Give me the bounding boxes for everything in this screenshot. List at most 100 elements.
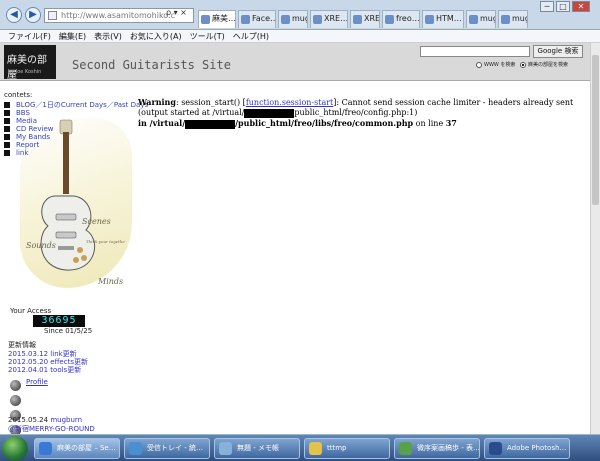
warning-line: 37 [445, 118, 457, 128]
update-link-3[interactable]: 2012.04.01 tools更新 [8, 365, 81, 375]
favicon-icon [241, 15, 250, 24]
scene-word-sounds: Sounds [26, 241, 56, 250]
tab-label: mug… [480, 14, 495, 23]
tab-label: 麻美… [212, 14, 236, 23]
sidebar-menu-label: link [16, 149, 29, 157]
address-tools[interactable]: ρ ▾ × [166, 8, 187, 17]
scene-word-minds: Minds [98, 277, 124, 286]
schedule-link[interactable]: mugburn [50, 416, 82, 424]
menu-item[interactable]: 表示(V) [94, 30, 122, 42]
taskbar-button[interactable]: 麻美の部屋 – Se… [34, 438, 120, 459]
contents-title: contets: [4, 91, 33, 99]
warning-text-6: on line [413, 119, 446, 128]
task-label: 無題 - メモ帳 [237, 444, 279, 452]
schedule-date: 2015.05.24 [8, 416, 51, 424]
sidebar: contets: Scenes Sounds Think your togeth… [0, 81, 148, 434]
browser-tab[interactable]: mug… [466, 10, 496, 28]
radio-dot [476, 61, 482, 68]
sidebar-menu-item[interactable]: Report [4, 141, 148, 149]
scroll-thumb[interactable] [592, 55, 599, 205]
browser-tab[interactable]: XRE… [350, 10, 380, 28]
task-label: 麻美の部屋 – Se… [57, 444, 116, 452]
app-icon [39, 442, 52, 455]
sidebar-menu-item[interactable]: My Bands [4, 133, 148, 141]
taskbar-button[interactable]: 無題 - メモ帳 [214, 438, 300, 459]
address-text: http://www.asamitomohiko.c [61, 11, 175, 20]
favicon-icon [353, 15, 362, 24]
square-bullet-icon [4, 102, 10, 108]
sidebar-menu-label: BLOG／1日のCurrent Days／Past Days [16, 101, 149, 109]
schedule-venue[interactable]: @新宿MERRY-GO-ROUND [8, 425, 95, 433]
menu-item[interactable]: ヘルプ(H) [233, 30, 269, 42]
search-input[interactable] [420, 46, 530, 57]
browser-titlebar: ◀ ▶ http://www.asamitomohiko.c ρ ▾ × 麻美…… [0, 0, 600, 30]
access-label: Your Access [10, 307, 52, 315]
tab-label: HTM… [436, 14, 462, 23]
nav-ball-icon[interactable] [10, 395, 21, 406]
tab-label: Face… [252, 14, 276, 23]
warning-text-1: : session_start() [ [175, 98, 246, 107]
taskbar-button[interactable]: Adobe Photosh… [484, 438, 570, 459]
sidebar-menu-item[interactable]: BBS [4, 109, 148, 117]
maximize-button[interactable]: □ [556, 1, 570, 12]
sidebar-menu-label: CD Review [16, 125, 54, 133]
favicon-icon [313, 15, 322, 24]
favicon-icon [425, 15, 434, 24]
forward-button[interactable]: ▶ [25, 7, 41, 23]
back-button[interactable]: ◀ [6, 7, 22, 23]
square-bullet-icon [4, 126, 10, 132]
nav-ball-icon[interactable] [10, 380, 21, 391]
warning-text-3: public_html/freo/config.php:1) [294, 108, 418, 117]
app-icon [309, 442, 322, 455]
browser-tab[interactable]: mug… [498, 10, 528, 28]
sidebar-menu-label: Report [16, 141, 40, 149]
browser-tab[interactable]: 麻美… [198, 10, 236, 28]
favicon-icon [501, 15, 510, 24]
favicon-icon [385, 15, 394, 24]
browser-tab[interactable]: Face… [238, 10, 276, 28]
scene-word-think: Think your togethe [86, 239, 125, 244]
browser-tab[interactable]: HTM… [422, 10, 464, 28]
sidebar-menu-item[interactable]: Media [4, 117, 148, 125]
vertical-scrollbar[interactable] [590, 43, 600, 434]
favicon-icon [469, 15, 478, 24]
sidebar-menu-item[interactable]: BLOG／1日のCurrent Days／Past Days [4, 101, 148, 109]
task-label: tttmp [327, 444, 347, 452]
square-bullet-icon [4, 150, 10, 156]
browser-tab[interactable]: XRE… [310, 10, 348, 28]
browser-tab[interactable]: mug… [278, 10, 308, 28]
warning-label: Warning [138, 97, 176, 107]
tab-label: mug… [292, 14, 307, 23]
menu-item[interactable]: お気に入り(A) [130, 30, 182, 42]
radio-site-search[interactable]: 麻美の部屋を検索 [520, 61, 568, 68]
profile-link[interactable]: Profile [26, 378, 48, 386]
sidebar-menu-item[interactable]: link [4, 149, 148, 157]
bottom-schedule: 2015.05.24 mugburn @新宿MERRY-GO-ROUND [8, 416, 95, 434]
menu-item[interactable]: ファイル(F) [8, 30, 51, 42]
sidebar-menu-item[interactable]: CD Review [4, 125, 148, 133]
tab-label: freo… [396, 14, 420, 23]
site-logo[interactable]: 麻美の部屋 by Joe Koshin [4, 45, 56, 81]
menu-bar: ファイル(F) 編集(E) 表示(V) お気に入り(A) ツール(T) ヘルプ(H) [0, 30, 600, 43]
app-icon [399, 442, 412, 455]
google-search-button[interactable]: Google 検索 [533, 45, 583, 58]
php-warning: Warning: session_start() [function.sessi… [138, 97, 583, 129]
warning-function-link[interactable]: function.session-start [246, 98, 333, 107]
minimize-button[interactable]: ─ [540, 1, 554, 12]
taskbar-button[interactable]: 受信トレイ - 統… [124, 438, 210, 459]
menu-item[interactable]: ツール(T) [190, 30, 225, 42]
square-bullet-icon [4, 142, 10, 148]
access-counter: 36695 [33, 315, 85, 327]
browser-tab[interactable]: freo… [382, 10, 420, 28]
sidebar-menu-label: Media [16, 117, 38, 125]
menu-item[interactable]: 編集(E) [59, 30, 86, 42]
logo-text: 麻美の部屋 [7, 55, 47, 81]
taskbar-button[interactable]: tttmp [304, 438, 390, 459]
radio-web-search[interactable]: WWW を検索 [476, 61, 515, 68]
site-header: 麻美の部屋 by Joe Koshin Second Guitarists Si… [0, 43, 590, 81]
tab-label: XRE… [364, 14, 380, 23]
taskbar-button[interactable]: 微序案画稿歩 - 表… [394, 438, 480, 459]
start-button[interactable] [2, 436, 28, 461]
square-bullet-icon [4, 134, 10, 140]
close-window-button[interactable]: ✕ [572, 1, 590, 12]
